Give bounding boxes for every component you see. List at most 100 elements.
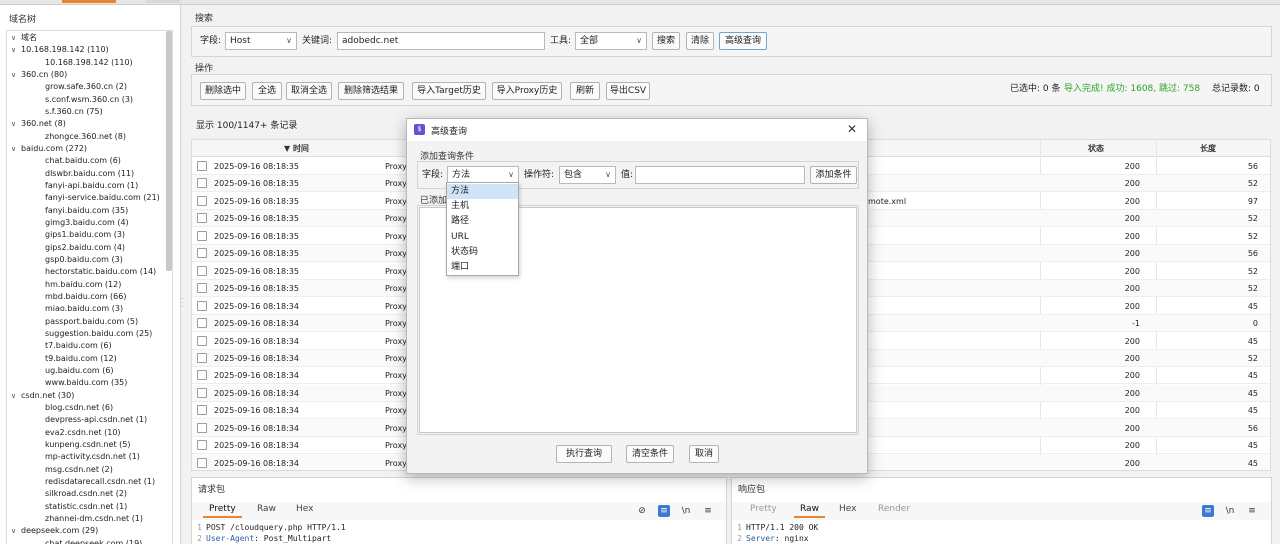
response-tab-pretty[interactable]: Pretty <box>750 504 777 514</box>
row-checkbox[interactable] <box>197 248 207 259</box>
row-checkbox[interactable] <box>197 318 207 329</box>
dialog-title-bar[interactable]: $ 高级查询 ✕ <box>407 119 867 141</box>
cancel-button[interactable]: 取消 <box>689 445 719 463</box>
field-select[interactable]: Host ∨ <box>225 32 297 50</box>
tree-node[interactable]: s.conf.wsm.360.cn (3) <box>45 94 133 106</box>
advanced-query-button[interactable]: 高级查询 <box>719 32 767 50</box>
tree-node[interactable]: grow.safe.360.cn (2) <box>45 81 127 93</box>
row-checkbox[interactable] <box>197 230 207 241</box>
header-status[interactable]: 状态 <box>1088 143 1104 154</box>
refresh-button[interactable]: 刷新 <box>570 82 600 100</box>
chevron-down-icon[interactable]: ∨ <box>11 32 21 44</box>
delete-selected-button[interactable]: 删除选中 <box>200 82 246 100</box>
export-csv-button[interactable]: 导出CSV <box>606 82 650 100</box>
tree-node[interactable]: ∨ 360.net (8) <box>11 118 66 130</box>
tree-node[interactable]: suggestion.baidu.com (25) <box>45 328 152 340</box>
dropdown-option[interactable]: 状态码 <box>447 245 518 260</box>
import-proxy-history-button[interactable]: 导入Proxy历史 <box>492 82 562 100</box>
row-checkbox[interactable] <box>197 283 207 294</box>
tree-node[interactable]: msg.csdn.net (2) <box>45 464 113 476</box>
response-body[interactable]: 1 HTTP/1.1 200 OK 2 Server: nginx <box>732 521 1271 544</box>
response-tab-hex[interactable]: Hex <box>839 504 856 514</box>
search-button[interactable]: 搜索 <box>652 32 680 50</box>
tool-select[interactable]: 全部 ∨ <box>575 32 647 50</box>
deselect-all-button[interactable]: 取消全选 <box>286 82 332 100</box>
chevron-down-icon[interactable]: ∨ <box>11 118 21 130</box>
request-tab-hex[interactable]: Hex <box>296 504 313 514</box>
response-tab-raw[interactable]: Raw <box>794 504 825 518</box>
row-checkbox[interactable] <box>197 178 207 189</box>
tree-node[interactable]: devpress-api.csdn.net (1) <box>45 414 147 426</box>
domain-tree[interactable]: ∨ 域名 ∨ 10.168.198.142 (110) 10.168.198.142 (… <box>6 30 173 544</box>
row-checkbox[interactable] <box>197 405 207 416</box>
tree-node[interactable]: gips1.baidu.com (3) <box>45 229 125 241</box>
tree-node[interactable]: ∨ 域名 <box>11 32 37 44</box>
clear-button[interactable]: 清除 <box>686 32 714 50</box>
tree-node[interactable]: blog.csdn.net (6) <box>45 402 113 414</box>
chevron-down-icon[interactable]: ∨ <box>11 44 21 56</box>
tree-node[interactable]: s.f.360.cn (75) <box>45 106 103 118</box>
tree-node[interactable]: mp-activity.csdn.net (1) <box>45 451 140 463</box>
wrap-lines-icon[interactable]: ≡ <box>658 505 670 517</box>
row-checkbox[interactable] <box>197 422 207 433</box>
tree-node[interactable]: ∨ baidu.com (272) <box>11 143 87 155</box>
response-tab-render[interactable]: Render <box>878 504 910 514</box>
row-checkbox[interactable] <box>197 300 207 311</box>
dropdown-option[interactable]: 方法 <box>447 184 518 199</box>
tree-node[interactable]: hm.baidu.com (12) <box>45 279 121 291</box>
clear-conditions-button[interactable]: 清空条件 <box>626 445 674 463</box>
tree-node[interactable]: chat.baidu.com (6) <box>45 155 121 167</box>
tree-node[interactable]: ∨ 10.168.198.142 (110) <box>11 44 109 56</box>
tree-node[interactable]: eva2.csdn.net (10) <box>45 427 121 439</box>
dropdown-option[interactable]: 主机 <box>447 199 518 214</box>
menu-icon[interactable]: ≡ <box>1246 505 1258 517</box>
tree-node[interactable]: silkroad.csdn.net (2) <box>45 488 127 500</box>
splitter-handle[interactable]: · · · <box>181 296 185 311</box>
tree-node[interactable]: ∨ 360.cn (80) <box>11 69 67 81</box>
newline-icon[interactable]: \n <box>680 505 692 517</box>
tree-node[interactable]: chat.deepseek.com (19) <box>45 538 142 544</box>
tree-node[interactable]: mbd.baidu.com (66) <box>45 291 126 303</box>
newline-icon[interactable]: \n <box>1224 505 1236 517</box>
tree-node[interactable]: ∨ deepseek.com (29) <box>11 525 98 537</box>
tree-node[interactable]: ∨ csdn.net (30) <box>11 390 74 402</box>
chevron-down-icon[interactable]: ∨ <box>11 390 21 402</box>
tree-node[interactable]: miao.baidu.com (3) <box>45 303 123 315</box>
tree-node[interactable]: hectorstatic.baidu.com (14) <box>45 266 156 278</box>
row-checkbox[interactable] <box>197 213 207 224</box>
active-tab-indicator[interactable] <box>62 0 116 3</box>
import-target-history-button[interactable]: 导入Target历史 <box>412 82 486 100</box>
header-time[interactable]: ▼ 时间 <box>284 143 309 154</box>
tab-indicator[interactable] <box>146 0 180 3</box>
tree-node[interactable]: fanyi.baidu.com (35) <box>45 205 128 217</box>
chevron-down-icon[interactable]: ∨ <box>11 69 21 81</box>
row-checkbox[interactable] <box>197 352 207 363</box>
tree-node[interactable]: passport.baidu.com (5) <box>45 316 138 328</box>
menu-icon[interactable]: ≡ <box>702 505 714 517</box>
tree-node[interactable]: dlswbr.baidu.com (11) <box>45 168 134 180</box>
dropdown-option[interactable]: 路径 <box>447 214 518 229</box>
tree-node[interactable]: t7.baidu.com (6) <box>45 340 112 352</box>
tree-node[interactable]: www.baidu.com (35) <box>45 377 127 389</box>
row-checkbox[interactable] <box>197 387 207 398</box>
dropdown-option[interactable]: URL <box>447 230 518 245</box>
tree-node[interactable]: fanyi-api.baidu.com (1) <box>45 180 138 192</box>
request-tab-raw[interactable]: Raw <box>257 504 276 514</box>
tree-node[interactable]: t9.baidu.com (12) <box>45 353 117 365</box>
row-checkbox[interactable] <box>197 335 207 346</box>
tree-node[interactable]: kunpeng.csdn.net (5) <box>45 439 130 451</box>
tree-node[interactable]: gips2.baidu.com (4) <box>45 242 125 254</box>
select-all-button[interactable]: 全选 <box>252 82 282 100</box>
row-checkbox[interactable] <box>197 265 207 276</box>
row-checkbox[interactable] <box>197 457 207 468</box>
add-condition-button[interactable]: 添加条件 <box>810 166 857 184</box>
tree-node[interactable]: statistic.csdn.net (1) <box>45 501 127 513</box>
tree-node[interactable]: ug.baidu.com (6) <box>45 365 114 377</box>
close-icon[interactable]: ✕ <box>847 122 857 136</box>
wrap-lines-icon[interactable]: ≡ <box>1202 505 1214 517</box>
field-dropdown-list[interactable]: 方法 主机 路径 URL 状态码 端口 <box>446 182 519 276</box>
tree-node[interactable]: gsp0.baidu.com (3) <box>45 254 123 266</box>
row-checkbox[interactable] <box>197 440 207 451</box>
eye-off-icon[interactable]: ⊘ <box>636 505 648 517</box>
row-checkbox[interactable] <box>197 161 207 171</box>
